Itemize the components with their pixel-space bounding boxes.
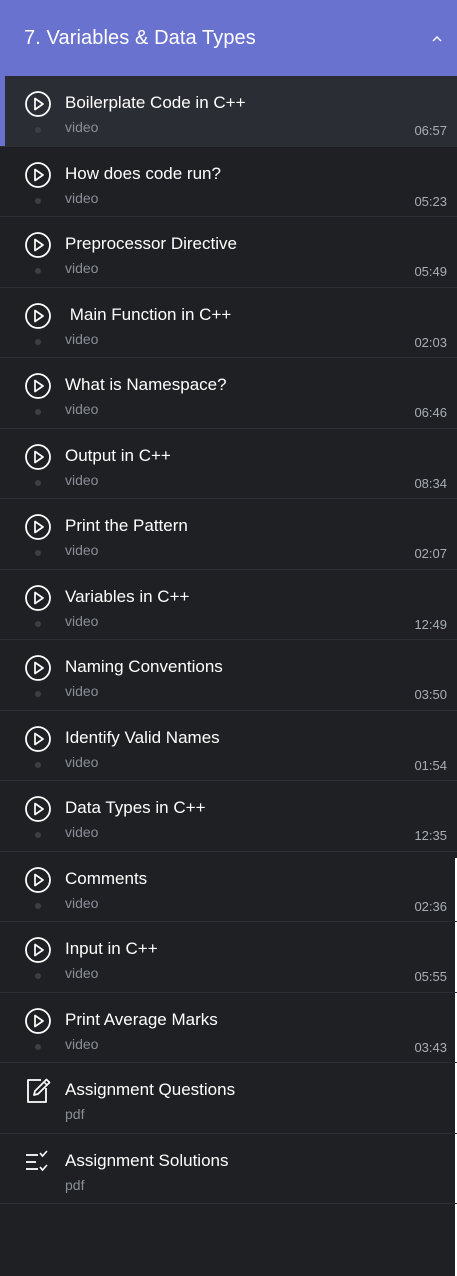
lesson-duration: 01:54 — [414, 757, 447, 773]
progress-dot — [35, 479, 41, 486]
lesson-type: video — [65, 189, 99, 206]
lesson-type: video — [65, 753, 99, 770]
play-circle-icon — [24, 1007, 52, 1035]
lesson-item[interactable]: Identify Valid Names video 01:54 — [0, 711, 457, 781]
play-circle-icon — [24, 513, 52, 541]
progress-dot — [35, 1043, 41, 1050]
play-circle-icon — [24, 795, 52, 823]
lesson-duration: 06:57 — [414, 123, 447, 138]
chevron-up-icon[interactable] — [430, 31, 444, 45]
lesson-title: Data Types in C++ — [65, 798, 206, 817]
lesson-item[interactable]: Naming Conventions video 03:50 — [0, 640, 457, 711]
progress-dot — [35, 550, 41, 556]
play-circle-icon — [24, 302, 52, 330]
lesson-title: Preprocessor Directive — [65, 234, 237, 253]
lesson-type: video — [65, 119, 99, 135]
lesson-item[interactable]: Output in C++ video 08:34 — [0, 429, 457, 499]
play-circle-icon — [24, 725, 52, 753]
progress-dot — [35, 761, 41, 768]
lesson-duration: 03:43 — [414, 1039, 447, 1055]
progress-dot — [35, 620, 41, 627]
play-circle-icon — [24, 866, 52, 894]
lesson-title: Assignment Questions — [65, 1080, 236, 1099]
play-circle-icon — [24, 90, 52, 118]
lesson-duration: 05:23 — [414, 193, 447, 209]
section-title: 7. Variables & Data Types — [24, 26, 256, 49]
play-circle-icon — [24, 654, 52, 682]
lesson-item[interactable]: Input in C++ video 05:55 — [0, 922, 457, 993]
lesson-type: video — [65, 965, 99, 981]
progress-dot — [35, 268, 41, 274]
lesson-type: pdf — [65, 1176, 85, 1193]
lesson-type: pdf — [65, 1106, 85, 1122]
lesson-type: video — [65, 260, 99, 276]
lesson-duration: 02:07 — [414, 546, 447, 561]
lesson-type: video — [65, 471, 99, 488]
progress-dot — [35, 832, 41, 838]
lesson-list: Boilerplate Code in C++ video 06:57 How doe… — [0, 76, 457, 1276]
lesson-type: video — [65, 612, 99, 629]
lesson-title: Assignment Solutions — [65, 1150, 229, 1170]
lesson-title: Naming Conventions — [65, 657, 223, 676]
lesson-item[interactable]: Print the Pattern video 02:07 — [0, 499, 457, 570]
lesson-type: video — [65, 894, 99, 911]
lesson-type: video — [65, 542, 99, 558]
progress-dot — [35, 197, 41, 204]
lesson-title: How does code run? — [65, 163, 221, 183]
lesson-duration: 02:03 — [414, 334, 447, 350]
play-circle-icon — [24, 372, 52, 400]
play-circle-icon — [24, 443, 52, 471]
lesson-duration: 12:35 — [414, 828, 447, 843]
lesson-duration: 06:46 — [414, 405, 447, 420]
lesson-item[interactable]: What is Namespace? video 06:46 — [0, 358, 457, 429]
lesson-title: Identify Valid Names — [65, 727, 220, 747]
lesson-item[interactable]: Assignment Questions pdf — [0, 1063, 457, 1134]
edit-document-icon — [24, 1077, 52, 1105]
lesson-title: Input in C++ — [65, 939, 158, 958]
lesson-type: video — [65, 330, 99, 347]
lesson-item[interactable]: How does code run? video 05:23 — [0, 147, 457, 217]
lesson-duration: 12:49 — [414, 616, 447, 632]
checklist-icon — [24, 1148, 52, 1176]
lesson-title: Print the Pattern — [65, 516, 188, 535]
lesson-title: Print Average Marks — [65, 1009, 218, 1029]
lesson-duration: 05:49 — [414, 264, 447, 279]
progress-dot — [35, 127, 41, 133]
lesson-title: Variables in C++ — [65, 586, 190, 606]
lesson-title: Main Function in C++ — [65, 304, 232, 324]
lesson-duration: 05:55 — [414, 969, 447, 984]
progress-dot — [35, 973, 41, 979]
progress-dot — [35, 902, 41, 909]
lesson-duration: 08:34 — [414, 475, 447, 491]
lesson-type: video — [65, 683, 99, 699]
lesson-item[interactable]: Boilerplate Code in C++ video 06:57 — [0, 76, 457, 147]
play-circle-icon — [24, 231, 52, 259]
play-circle-icon — [24, 161, 52, 189]
lesson-title: Output in C++ — [65, 445, 171, 465]
lesson-type: video — [65, 401, 99, 417]
progress-dot — [35, 409, 41, 415]
lesson-item[interactable]: Preprocessor Directive video 05:49 — [0, 217, 457, 288]
play-circle-icon — [24, 936, 52, 964]
lesson-duration: 03:50 — [414, 687, 447, 702]
play-circle-icon — [24, 584, 52, 612]
progress-dot — [35, 691, 41, 697]
lesson-type: video — [65, 1035, 99, 1052]
section-header[interactable]: 7. Variables & Data Types — [0, 0, 457, 76]
lesson-item[interactable]: Assignment Solutions pdf — [0, 1134, 457, 1204]
lesson-duration: 02:36 — [414, 898, 447, 914]
lesson-item[interactable]: Variables in C++ video 12:49 — [0, 570, 457, 640]
progress-dot — [35, 338, 41, 345]
lesson-title: What is Namespace? — [65, 375, 227, 394]
lesson-item[interactable]: Data Types in C++ video 12:35 — [0, 781, 457, 852]
lesson-title: Boilerplate Code in C++ — [65, 93, 246, 112]
lesson-item[interactable]: Comments video 02:36 — [0, 852, 457, 922]
lesson-item[interactable]: Print Average Marks video 03:43 — [0, 993, 457, 1063]
lesson-item[interactable]: Main Function in C++ video 02:03 — [0, 288, 457, 358]
lesson-title: Comments — [65, 868, 148, 888]
lesson-type: video — [65, 824, 99, 840]
